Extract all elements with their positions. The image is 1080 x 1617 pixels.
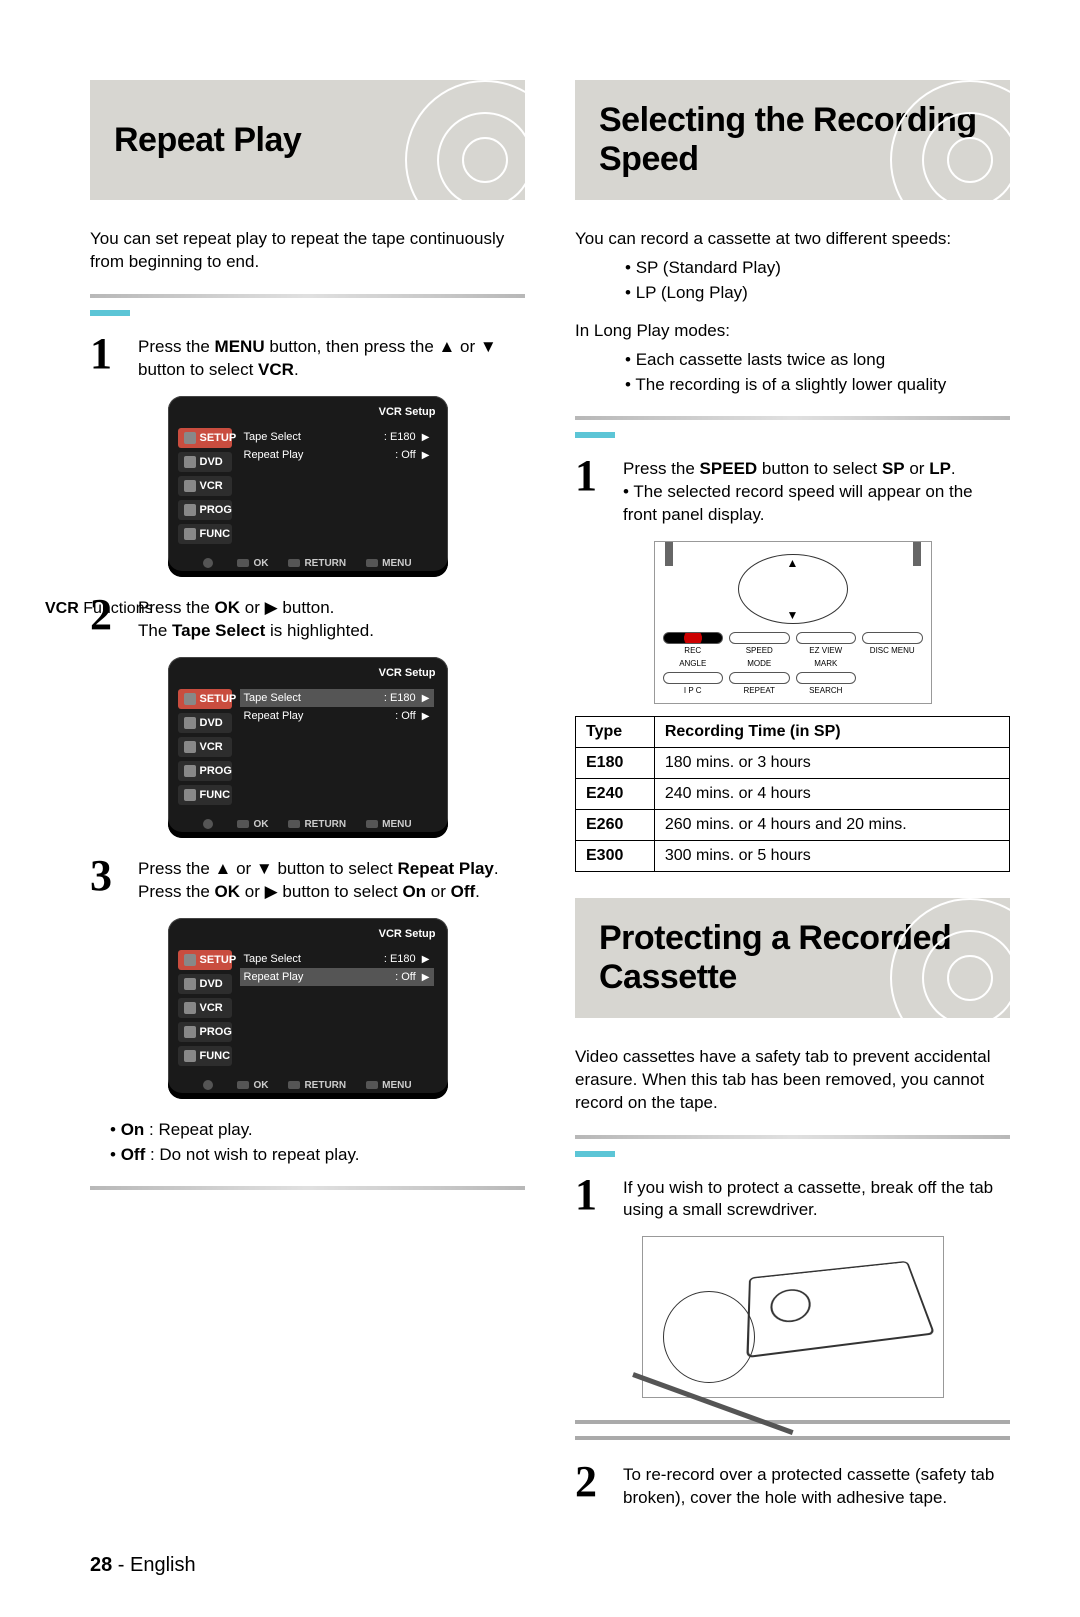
- accent-bar-icon: [575, 1151, 615, 1157]
- step-3-text: Press the ▲ or ▼ button to select Repeat…: [138, 856, 499, 904]
- grid-icon: [184, 528, 196, 540]
- section-side-tab: VCR Functions: [45, 600, 153, 780]
- protect-step-1: 1 If you wish to protect a cassette, bre…: [575, 1175, 1010, 1223]
- osd-screenshot-1: VCR Setup SETUP DVD VCR PROG FUNC Tape S…: [168, 396, 448, 577]
- down-arrow-icon: ▼: [787, 608, 799, 622]
- heading-repeat-play: Repeat Play: [114, 121, 301, 160]
- tape-icon: [184, 480, 196, 492]
- recording-time-table: TypeRecording Time (in SP) E180180 mins.…: [575, 716, 1010, 872]
- step-number: 3: [90, 856, 126, 904]
- magnifier-circle-icon: [663, 1291, 755, 1383]
- accent-bar-icon: [575, 432, 615, 438]
- left-column: Repeat Play You can set repeat play to r…: [90, 80, 525, 1524]
- cassette-icon: [746, 1261, 935, 1358]
- accent-bar-icon: [90, 310, 130, 316]
- osd-screenshot-2: VCR Setup SETUP DVD VCR PROG FUNC Tape S…: [168, 657, 448, 838]
- osd-side-setup: SETUP: [178, 428, 232, 448]
- step-1: 1 Press the MENU button, then press the …: [90, 334, 525, 382]
- disc-decoration-icon: [890, 80, 1010, 200]
- step-number: 1: [90, 334, 126, 382]
- remote-diagram: ▲▼ REC SPEED EZ VIEW DISC MENU ANGLE MOD…: [654, 541, 932, 704]
- clock-icon: [184, 504, 196, 516]
- step-2-text: Press the OK or ▶ button. The Tape Selec…: [138, 595, 374, 643]
- gear-icon: [184, 432, 196, 444]
- page-footer: 28 - English: [90, 1554, 1010, 1577]
- cassette-diagram: [642, 1236, 944, 1398]
- lp-intro: In Long Play modes:: [575, 320, 1010, 343]
- disc-decoration-icon: [405, 80, 525, 200]
- disc-icon: [184, 456, 196, 468]
- osd-side-prog: PROG: [178, 500, 232, 520]
- move-icon: [203, 558, 217, 569]
- step-2: 2 Press the OK or ▶ button. The Tape Sel…: [90, 595, 525, 643]
- speed-list: SP (Standard Play) LP (Long Play): [585, 255, 1010, 306]
- title-repeat-play: Repeat Play: [90, 80, 525, 200]
- title-recording-speed: Selecting the Recording Speed: [575, 80, 1010, 200]
- on-off-legend: • On : Repeat play. • Off : Do not wish …: [110, 1117, 525, 1168]
- speed-step-1: 1 Press the SPEED button to select SP or…: [575, 456, 1010, 527]
- intro-protecting: Video cassettes have a safety tab to pre…: [575, 1046, 1010, 1115]
- right-column: Selecting the Recording Speed You can re…: [575, 80, 1010, 1524]
- intro-speed: You can record a cassette at two differe…: [575, 228, 1010, 251]
- intro-repeat-play: You can set repeat play to repeat the ta…: [90, 228, 525, 274]
- step-3: 3 Press the ▲ or ▼ button to select Repe…: [90, 856, 525, 904]
- protect-step-2: 2 To re-record over a protected cassette…: [575, 1462, 1010, 1510]
- osd-side-func: FUNC: [178, 524, 232, 544]
- osd-screenshot-3: VCR Setup SETUP DVD VCR PROG FUNC Tape S…: [168, 918, 448, 1099]
- disc-decoration-icon: [890, 898, 1010, 1018]
- up-arrow-icon: ▲: [787, 556, 799, 570]
- osd-side-dvd: DVD: [178, 452, 232, 472]
- osd-side-vcr: VCR: [178, 476, 232, 496]
- step-1-text: Press the MENU button, then press the ▲ …: [138, 334, 525, 382]
- title-protecting-cassette: Protecting a Recorded Cassette: [575, 898, 1010, 1018]
- divider: [90, 294, 525, 298]
- lp-list: Each cassette lasts twice as long The re…: [585, 347, 1010, 398]
